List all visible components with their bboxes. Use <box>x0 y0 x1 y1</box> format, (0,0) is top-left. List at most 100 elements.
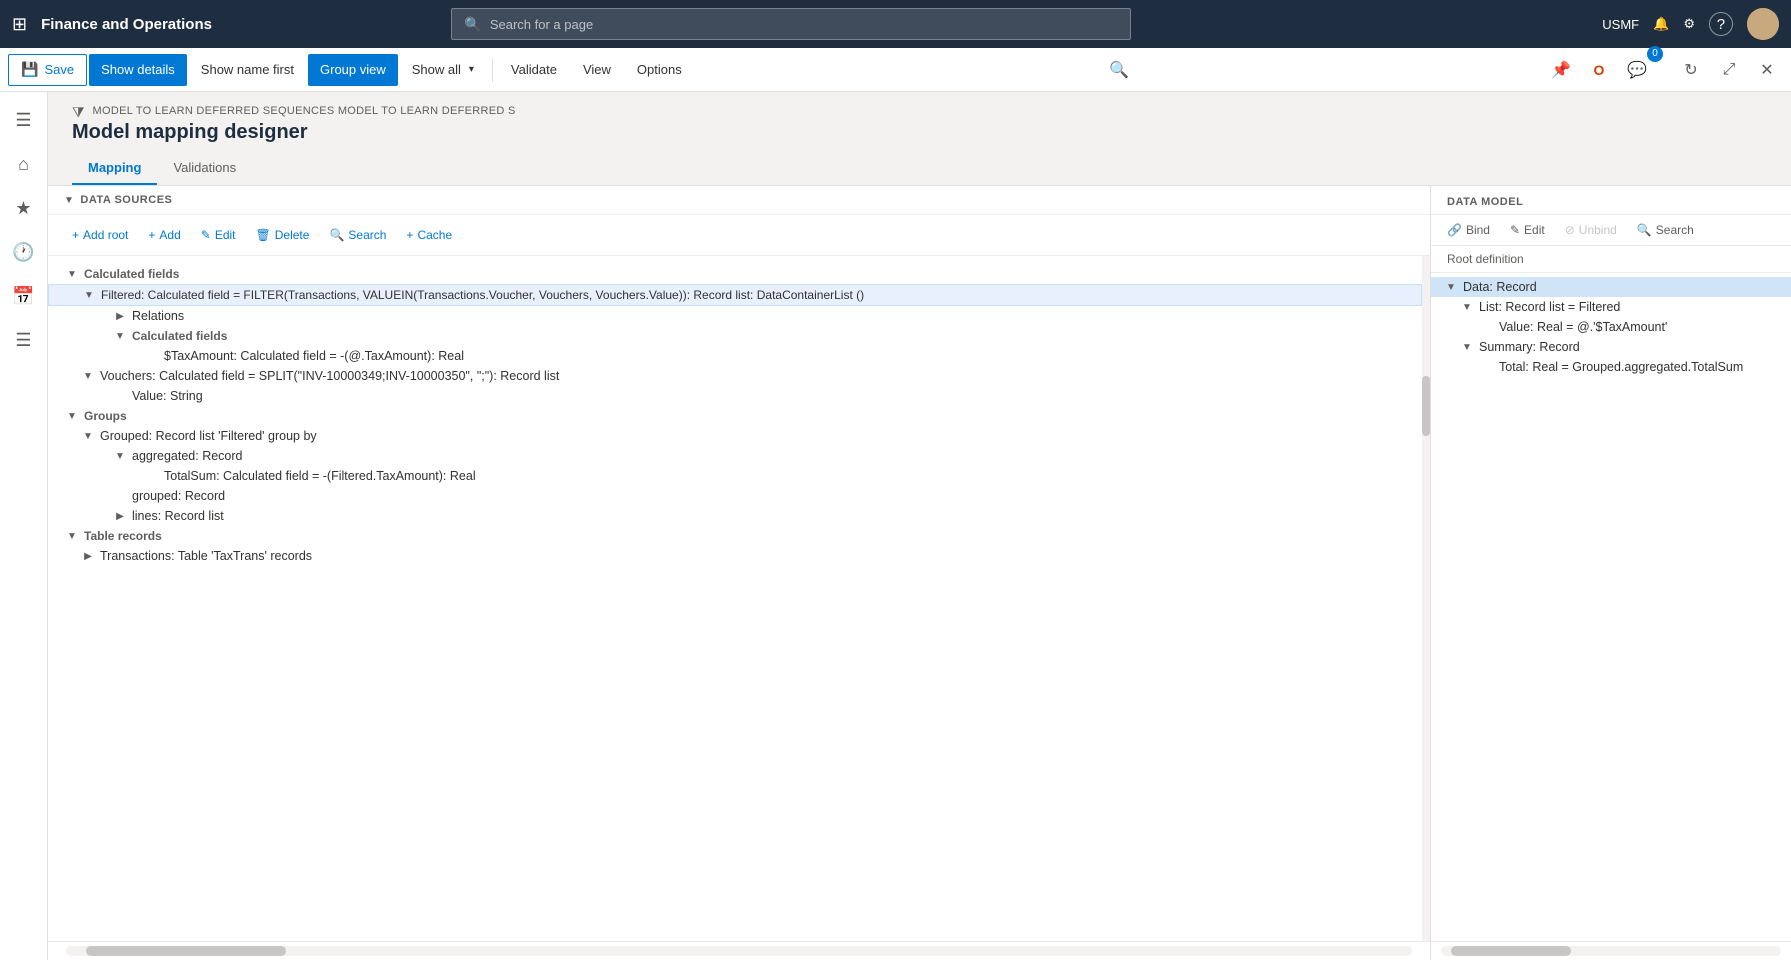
toggle-calc-fields-2[interactable]: ▼ <box>112 331 128 342</box>
toggle-table-records[interactable]: ▼ <box>64 531 80 542</box>
list-item[interactable]: ▼ aggregated: Record <box>48 446 1422 466</box>
page-title: Model mapping designer <box>72 121 1767 144</box>
groups-label: Groups <box>80 409 127 423</box>
toggle-relations[interactable]: ▶ <box>112 311 128 322</box>
toggle-data-record[interactable]: ▼ <box>1443 282 1459 293</box>
list-item[interactable]: ▼ List: Record list = Filtered <box>1431 297 1791 317</box>
favorites-icon[interactable]: ★ <box>4 188 44 228</box>
list-item[interactable]: ▶ Relations <box>48 306 1422 326</box>
tab-mapping[interactable]: Mapping <box>72 152 157 185</box>
toolbar-separator-1 <box>492 58 493 82</box>
data-sources-tree: ▼ Calculated fields ▼ Filtered: Calculat… <box>48 256 1422 941</box>
app-grid-icon[interactable]: ⊞ <box>12 14 27 35</box>
toggle-transactions[interactable]: ▶ <box>80 551 96 562</box>
show-details-button[interactable]: Show details <box>89 54 187 86</box>
list-item[interactable]: ▼ Summary: Record <box>1431 337 1791 357</box>
tab-validations[interactable]: Validations <box>157 152 252 185</box>
list-item[interactable]: ▼ Calculated fields <box>48 326 1422 346</box>
list-item[interactable]: TotalSum: Calculated field = -(Filtered.… <box>48 466 1422 486</box>
list-item[interactable]: Value: Real = @.'$TaxAmount' <box>1431 317 1791 337</box>
notification-icon[interactable]: 🔔 <box>1653 16 1669 32</box>
modules-icon[interactable]: ☰ <box>4 320 44 360</box>
toolbar-right-icons: 📌 O 💬 0 ↻ ⤢ ✕ <box>1545 54 1783 86</box>
show-all-button[interactable]: Show all ▾ <box>400 54 486 86</box>
show-name-first-button[interactable]: Show name first <box>189 54 306 86</box>
right-h-scrollbar-thumb <box>1451 946 1571 956</box>
app-title: Finance and Operations <box>41 16 212 33</box>
table-records-label: Table records <box>80 529 162 543</box>
search-input[interactable] <box>490 17 1119 32</box>
search-button[interactable]: 🔍 Search <box>321 221 394 249</box>
data-sources-toggle[interactable]: ▼ <box>64 195 74 206</box>
settings-icon[interactable]: ⚙ <box>1683 16 1695 32</box>
toggle-calculated-fields[interactable]: ▼ <box>64 269 80 280</box>
horizontal-scrollbar[interactable] <box>66 946 1412 956</box>
dm-search-button[interactable]: 🔍 Search <box>1633 221 1698 239</box>
list-item[interactable]: ▶ lines: Record list <box>48 506 1422 526</box>
view-button[interactable]: View <box>571 54 623 86</box>
list-item[interactable]: grouped: Record <box>48 486 1422 506</box>
list-item[interactable]: ▼ Table records <box>48 526 1422 546</box>
data-sources-toolbar: + Add root + Add ✎ Edit 🗑 Delete <box>48 215 1430 256</box>
side-icons: ☰ ⌂ ★ 🕐 📅 ☰ <box>0 92 48 960</box>
list-item[interactable]: ▼ Data: Record <box>1431 277 1791 297</box>
designer-area: ▼ DATA SOURCES + Add root + Add ✎ Edit <box>48 186 1791 960</box>
toggle-vouchers[interactable]: ▼ <box>80 371 96 382</box>
delete-button[interactable]: 🗑 Delete <box>248 221 318 249</box>
refresh-icon-btn[interactable]: ↻ <box>1675 54 1707 86</box>
avatar[interactable] <box>1747 8 1779 40</box>
cache-button[interactable]: + Cache <box>398 221 460 249</box>
filtered-label: Filtered: Calculated field = FILTER(Tran… <box>97 288 864 302</box>
data-model-tree: ▼ Data: Record ▼ List: Record list = Fil… <box>1431 273 1791 941</box>
toggle-grouped[interactable]: ▼ <box>80 431 96 442</box>
vertical-scrollbar[interactable] <box>1422 256 1430 941</box>
options-button[interactable]: Options <box>625 54 694 86</box>
toggle-lines[interactable]: ▶ <box>112 511 128 522</box>
h-scrollbar-thumb <box>86 946 286 956</box>
toggle-summary[interactable]: ▼ <box>1459 342 1475 353</box>
top-navigation: ⊞ Finance and Operations 🔍 USMF 🔔 ⚙ ? <box>0 0 1791 48</box>
search-icon: 🔍 <box>329 228 344 242</box>
list-item[interactable]: Total: Real = Grouped.aggregated.TotalSu… <box>1431 357 1791 377</box>
list-item[interactable]: ▼ Grouped: Record list 'Filtered' group … <box>48 426 1422 446</box>
expand-icon-btn[interactable]: ⤢ <box>1713 54 1745 86</box>
aggregated-label: aggregated: Record <box>128 449 243 463</box>
list-item[interactable]: $TaxAmount: Calculated field = -(@.TaxAm… <box>48 346 1422 366</box>
save-button[interactable]: 💾 Save <box>8 54 87 86</box>
validate-button[interactable]: Validate <box>499 54 569 86</box>
help-icon[interactable]: ? <box>1709 12 1733 36</box>
relations-label: Relations <box>128 309 184 323</box>
hamburger-icon[interactable]: ☰ <box>4 100 44 140</box>
close-icon-btn[interactable]: ✕ <box>1751 54 1783 86</box>
list-item[interactable]: ▼ Calculated fields <box>48 264 1422 284</box>
toggle-groups[interactable]: ▼ <box>64 411 80 422</box>
list-item[interactable]: ▶ Transactions: Table 'TaxTrans' records <box>48 546 1422 566</box>
grouped-label: Grouped: Record list 'Filtered' group by <box>96 429 317 443</box>
workspaces-icon[interactable]: 📅 <box>4 276 44 316</box>
office-icon-btn[interactable]: O <box>1583 54 1615 86</box>
main-toolbar: 💾 Save Show details Show name first Grou… <box>0 48 1791 92</box>
edit-icon: ✎ <box>201 228 211 242</box>
group-view-button[interactable]: Group view <box>308 54 398 86</box>
add-root-button[interactable]: + Add root <box>64 221 136 249</box>
edit-button[interactable]: ✎ Edit <box>193 221 244 249</box>
add-button[interactable]: + Add <box>140 221 188 249</box>
toolbar-search-icon[interactable]: 🔍 <box>1101 56 1137 84</box>
toggle-aggregated[interactable]: ▼ <box>112 451 128 462</box>
bind-button[interactable]: 🔗 Bind <box>1443 221 1494 239</box>
root-definition: Root definition <box>1431 246 1791 273</box>
list-item[interactable]: ▼ Filtered: Calculated field = FILTER(Tr… <box>48 284 1422 306</box>
home-icon[interactable]: ⌂ <box>4 144 44 184</box>
list-item[interactable]: ▼ Groups <box>48 406 1422 426</box>
right-horizontal-scrollbar[interactable] <box>1441 946 1781 956</box>
grouped-record-label: grouped: Record <box>128 489 225 503</box>
list-item[interactable]: Value: String <box>48 386 1422 406</box>
notification-badge-area: 💬 0 <box>1621 54 1669 86</box>
pin-icon-btn[interactable]: 📌 <box>1545 54 1577 86</box>
add-icon: + <box>148 228 155 242</box>
toggle-list-record[interactable]: ▼ <box>1459 302 1475 313</box>
dm-edit-button[interactable]: ✎ Edit <box>1506 221 1549 239</box>
recent-icon[interactable]: 🕐 <box>4 232 44 272</box>
list-item[interactable]: ▼ Vouchers: Calculated field = SPLIT("IN… <box>48 366 1422 386</box>
toggle-filtered[interactable]: ▼ <box>81 290 97 301</box>
